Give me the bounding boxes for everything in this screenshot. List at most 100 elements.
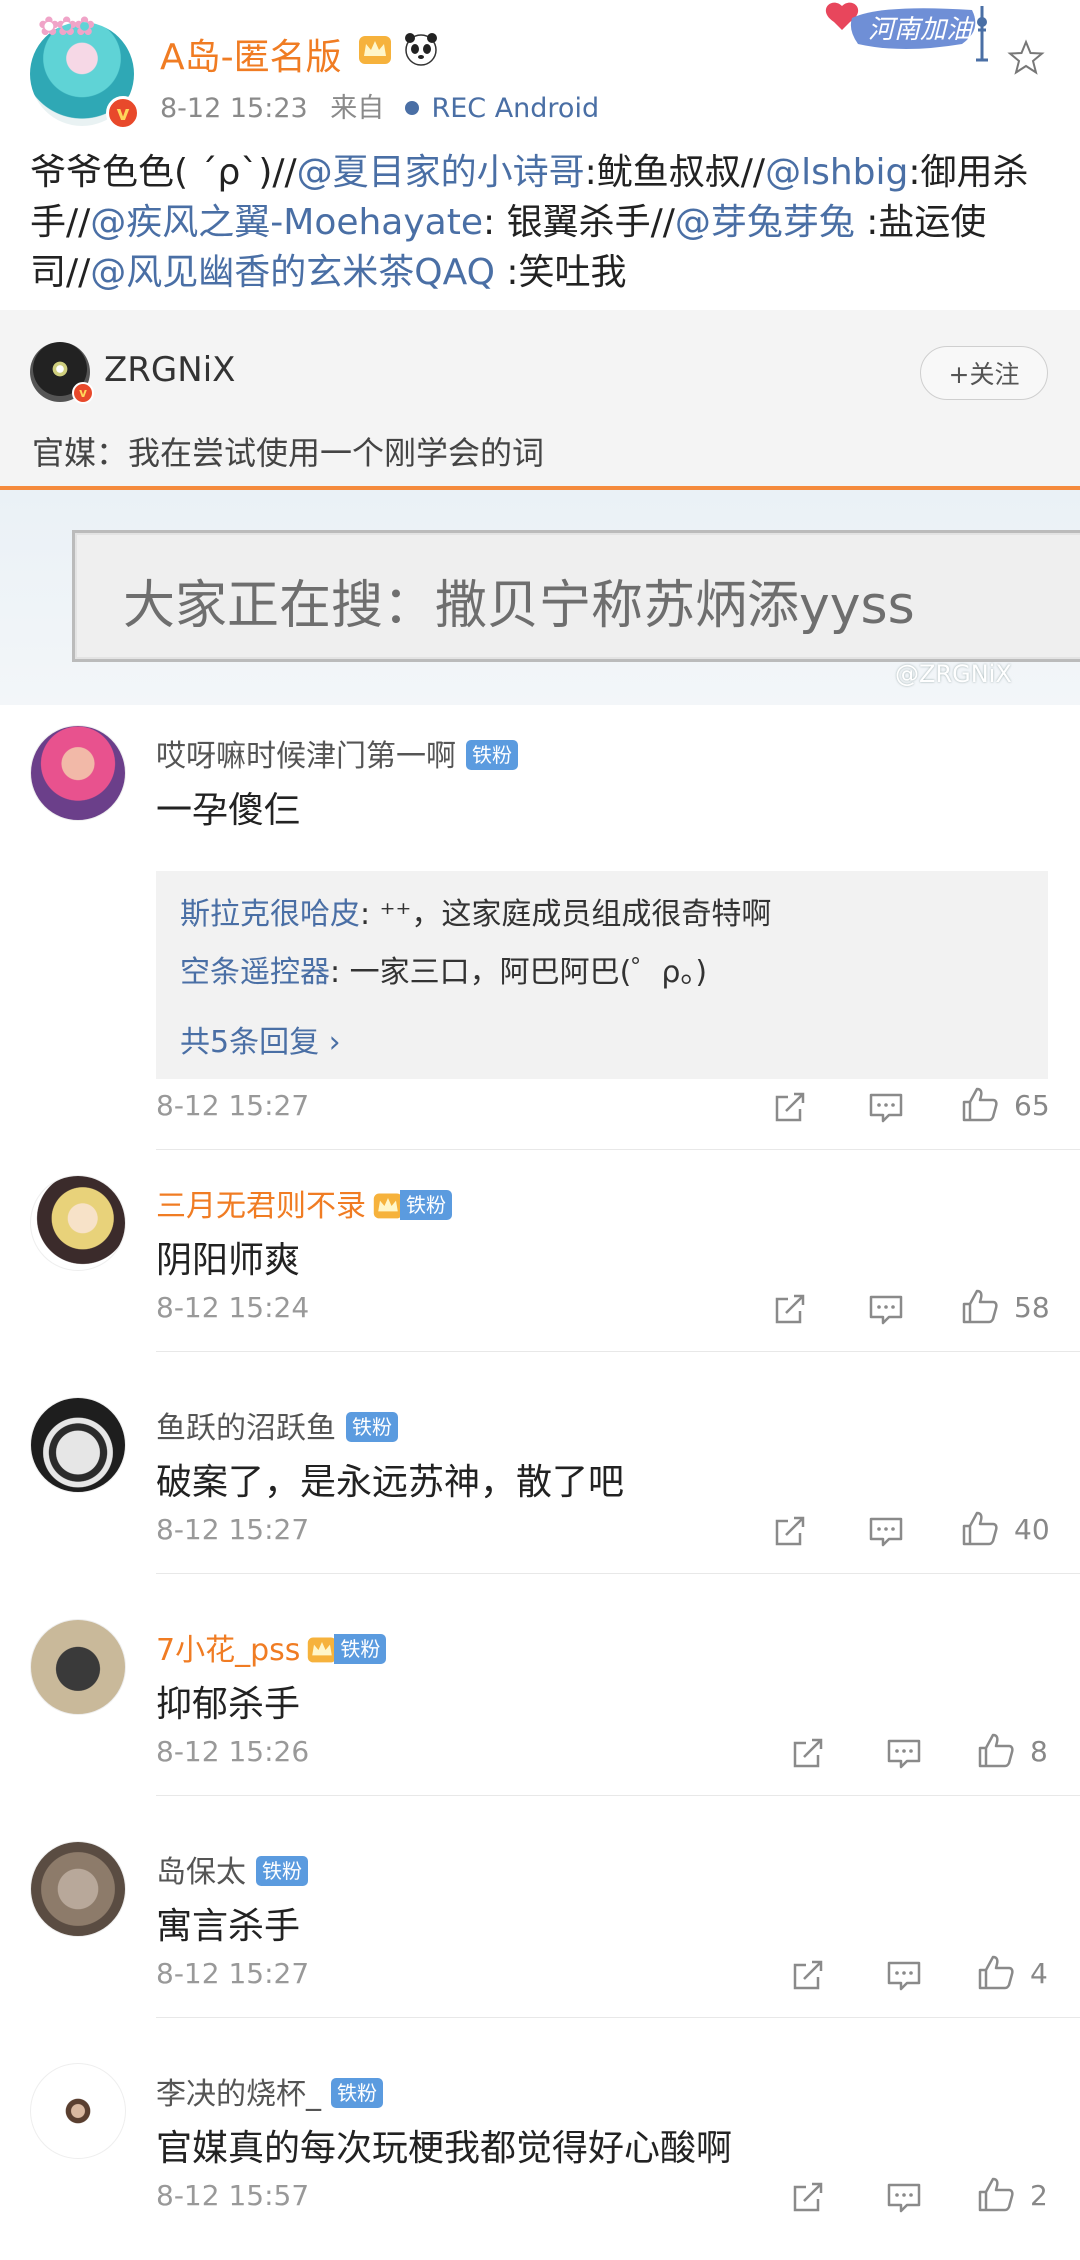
reply-author[interactable]: 斯拉克很哈皮 <box>180 897 360 932</box>
fan-badge: 铁粉 <box>256 1856 308 1886</box>
like-count: 2 <box>1030 2179 1048 2212</box>
post-meta: 8-12 15:23 来自 REC Android <box>160 86 599 125</box>
share-icon[interactable] <box>788 1733 828 1773</box>
mention-link[interactable]: @芽兔芽兔 <box>675 202 855 243</box>
post-time: 8-12 15:23 <box>160 93 308 124</box>
reply-icon[interactable] <box>884 1733 924 1773</box>
like-count: 58 <box>1014 1291 1050 1324</box>
reply-text: : ⁺⁺，这家庭成员组成很奇特啊 <box>360 897 772 932</box>
comment-time: 8-12 15:26 <box>156 1735 310 1768</box>
commenter-name-text[interactable]: 李决的烧杯_ <box>156 2077 321 2112</box>
embedded-image[interactable]: 大家正在搜：撒贝宁称苏炳添yyss @ZRGNiX <box>0 490 1080 705</box>
commenter-avatar[interactable] <box>30 1397 126 1493</box>
repost-text: 官媒：我在尝试使用一个刚学会的词 <box>32 434 545 472</box>
flower-crown-decoration: ✿✿✿ <box>38 12 95 42</box>
fan-badge: 铁粉 <box>466 740 518 770</box>
comment-text: 官媒真的每次玩梗我都觉得好心酸啊 <box>156 2128 733 2169</box>
reply-icon[interactable] <box>866 1289 906 1329</box>
commenter-avatar[interactable] <box>30 2063 126 2159</box>
fan-badge: 铁粉 <box>331 2078 383 2108</box>
like-count: 65 <box>1014 1089 1050 1122</box>
embedded-search-text: 大家正在搜：撒贝宁称苏炳添yyss <box>123 576 915 636</box>
mention-link[interactable]: @疾风之翼-Moehayate <box>90 202 483 243</box>
fan-badge: 铁粉 <box>400 1190 452 1220</box>
reply-icon[interactable] <box>866 1087 906 1127</box>
like-icon[interactable] <box>960 1287 1000 1327</box>
comment-time: 8-12 15:57 <box>156 2179 310 2212</box>
share-icon[interactable] <box>770 1289 810 1329</box>
follow-button[interactable]: +关注 <box>920 346 1048 400</box>
commenter-avatar[interactable] <box>30 1175 126 1271</box>
repost-author-name[interactable]: ZRGNiX <box>104 350 235 390</box>
commenter-avatar[interactable] <box>30 1619 126 1715</box>
reply-item: 空条遥控器: 一家三口，阿巴阿巴(゜ρ。) <box>180 947 707 991</box>
reposted-card[interactable]: v ZRGNiX +关注 官媒：我在尝试使用一个刚学会的词 <box>0 310 1080 488</box>
mention-link[interactable]: @lshbig <box>765 152 908 193</box>
comment-text: 寓言杀手 <box>156 1906 301 1947</box>
like-count: 4 <box>1030 1957 1048 1990</box>
henan-jiayou-badge: 河南加油 <box>825 2 988 62</box>
view-all-replies-link[interactable]: 共5条回复 › <box>180 1017 341 1061</box>
author-name[interactable]: A岛-匿名版 <box>160 28 342 80</box>
henan-badge-text: 河南加油 <box>868 15 975 45</box>
post-text-segment: :笑吐我 <box>494 252 627 293</box>
comment-divider <box>156 1149 1080 1150</box>
commenter-name[interactable]: 李决的烧杯_ 铁粉 <box>156 2069 383 2113</box>
commenter-name-text[interactable]: 三月无君则不录 <box>156 1189 366 1224</box>
comment-divider <box>156 1573 1080 1574</box>
share-icon[interactable] <box>770 1511 810 1551</box>
verified-icon: v <box>72 382 94 404</box>
like-icon[interactable] <box>960 1085 1000 1125</box>
reply-icon[interactable] <box>884 1955 924 1995</box>
commenter-name-text[interactable]: 7小花_pss <box>156 1633 300 1668</box>
verified-icon: v <box>106 96 140 130</box>
reply-preview[interactable]: 斯拉克很哈皮: ⁺⁺，这家庭成员组成很奇特啊 空条遥控器: 一家三口，阿巴阿巴(゜… <box>156 871 1048 1079</box>
like-count: 8 <box>1030 1735 1048 1768</box>
image-watermark: @ZRGNiX <box>895 660 1012 688</box>
commenter-name[interactable]: 哎呀嘛时候津门第一啊 铁粉 <box>156 731 518 775</box>
reply-icon[interactable] <box>866 1511 906 1551</box>
post-text-segment: : 银翼杀手// <box>483 202 675 243</box>
share-icon[interactable] <box>770 1087 810 1127</box>
comment-text: 破案了，是永远苏神，散了吧 <box>156 1462 625 1503</box>
from-label: 来自 <box>330 93 385 124</box>
commenter-name[interactable]: 三月无君则不录 铁粉 <box>156 1181 452 1225</box>
repost-author-avatar[interactable]: v <box>30 342 94 404</box>
like-icon[interactable] <box>976 1953 1016 1993</box>
commenter-name[interactable]: 鱼跃的沼跃鱼 铁粉 <box>156 1403 398 1447</box>
comment-text: 抑郁杀手 <box>156 1684 301 1725</box>
comment-divider <box>156 1795 1080 1796</box>
author-avatar[interactable]: ✿✿✿ v <box>30 12 140 130</box>
reply-text: : 一家三口，阿巴阿巴(゜ρ。) <box>330 955 708 990</box>
post-text: 爷爷色色( ´ρ`)//@夏目家的小诗哥:鱿鱼叔叔//@lshbig:御用杀手/… <box>30 148 1060 298</box>
like-icon[interactable] <box>960 1509 1000 1549</box>
crown-icon <box>359 36 391 64</box>
reply-author[interactable]: 空条遥控器 <box>180 955 330 990</box>
favorite-star-icon[interactable] <box>1006 38 1046 78</box>
commenter-name-text[interactable]: 岛保太 <box>156 1855 246 1890</box>
like-icon[interactable] <box>976 2175 1016 2215</box>
fan-badge: 铁粉 <box>346 1412 398 1442</box>
reply-item: 斯拉克很哈皮: ⁺⁺，这家庭成员组成很奇特啊 <box>180 889 771 933</box>
commenter-name-text[interactable]: 鱼跃的沼跃鱼 <box>156 1411 336 1446</box>
share-icon[interactable] <box>788 1955 828 1995</box>
mention-link[interactable]: @夏目家的小诗哥 <box>297 152 585 193</box>
commenter-avatar[interactable] <box>30 725 126 821</box>
commenter-avatar[interactable] <box>30 1841 126 1937</box>
comment-text: 阴阳师爽 <box>156 1240 301 1281</box>
panda-icon <box>405 33 437 66</box>
fan-badge: 铁粉 <box>334 1634 387 1664</box>
post-source[interactable]: REC Android <box>431 93 599 124</box>
share-icon[interactable] <box>788 2177 828 2217</box>
like-count: 40 <box>1014 1513 1050 1546</box>
reply-icon[interactable] <box>884 2177 924 2217</box>
commenter-name-text[interactable]: 哎呀嘛时候津门第一啊 <box>156 739 456 774</box>
commenter-name[interactable]: 岛保太 铁粉 <box>156 1847 308 1891</box>
mention-link[interactable]: @风见幽香的玄米茶QAQ <box>90 252 495 293</box>
comment-time: 8-12 15:27 <box>156 1089 310 1122</box>
commenter-name[interactable]: 7小花_pss 铁粉 <box>156 1625 387 1669</box>
comment-divider <box>156 1351 1080 1352</box>
comment-time: 8-12 15:27 <box>156 1513 310 1546</box>
comment-time: 8-12 15:24 <box>156 1291 310 1324</box>
like-icon[interactable] <box>976 1731 1016 1771</box>
